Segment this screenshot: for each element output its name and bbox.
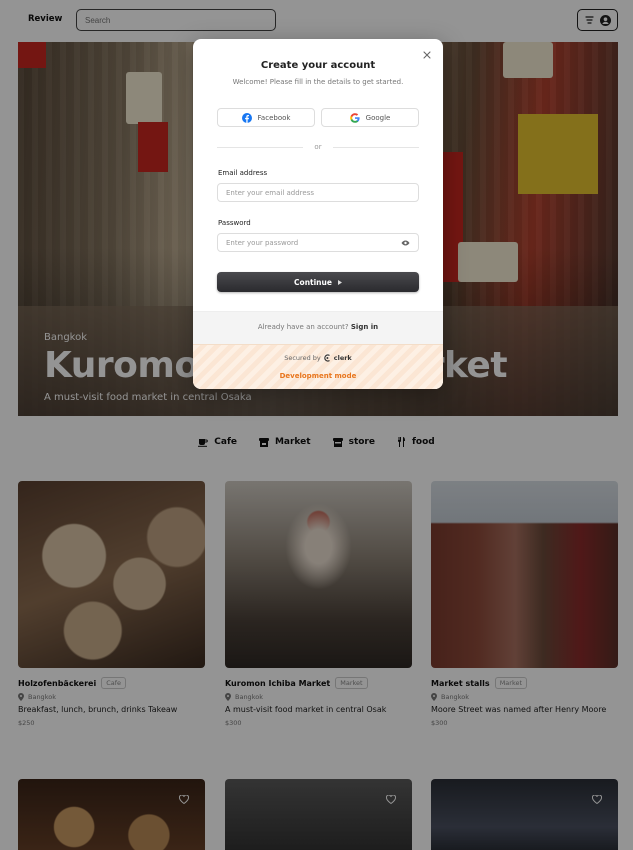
or-label: or xyxy=(314,143,322,151)
modal-title: Create your account xyxy=(260,60,376,71)
clerk-logo-icon xyxy=(324,354,330,362)
sign-in-link[interactable]: Sign in xyxy=(351,323,378,331)
facebook-label: Facebook xyxy=(257,113,291,122)
google-icon xyxy=(349,112,360,123)
modal-subtitle: Welcome! Please fill in the details to g… xyxy=(232,78,404,86)
modal-footer: Already have an account? Sign in Secured… xyxy=(193,311,443,389)
google-button[interactable]: Google xyxy=(321,108,419,127)
dev-mode-banner: Secured by clerk Development mode xyxy=(193,344,443,389)
secured-by-label: Secured by xyxy=(284,354,321,362)
email-placeholder: Enter your email address xyxy=(226,188,315,197)
email-field[interactable]: Enter your email address xyxy=(217,183,419,202)
password-field[interactable]: Enter your password xyxy=(217,233,419,252)
or-divider: or xyxy=(217,143,419,153)
have-account-text: Already have an account? Sign in xyxy=(193,323,443,331)
google-label: Google xyxy=(365,113,391,122)
secured-by: Secured by clerk xyxy=(193,354,443,362)
email-label: Email address xyxy=(218,169,268,177)
password-label: Password xyxy=(218,219,251,227)
sign-up-modal: Create your account Welcome! Please fill… xyxy=(193,39,443,389)
eye-icon[interactable] xyxy=(401,240,410,246)
facebook-icon xyxy=(241,112,252,123)
caret-right-icon xyxy=(337,279,342,285)
clerk-label: clerk xyxy=(333,354,352,362)
have-account-label: Already have an account? xyxy=(257,323,349,331)
continue-label: Continue xyxy=(294,277,332,287)
dev-mode-label: Development mode xyxy=(279,372,357,380)
password-placeholder: Enter your password xyxy=(226,238,299,247)
facebook-button[interactable]: Facebook xyxy=(217,108,315,127)
continue-button[interactable]: Continue xyxy=(217,272,419,292)
